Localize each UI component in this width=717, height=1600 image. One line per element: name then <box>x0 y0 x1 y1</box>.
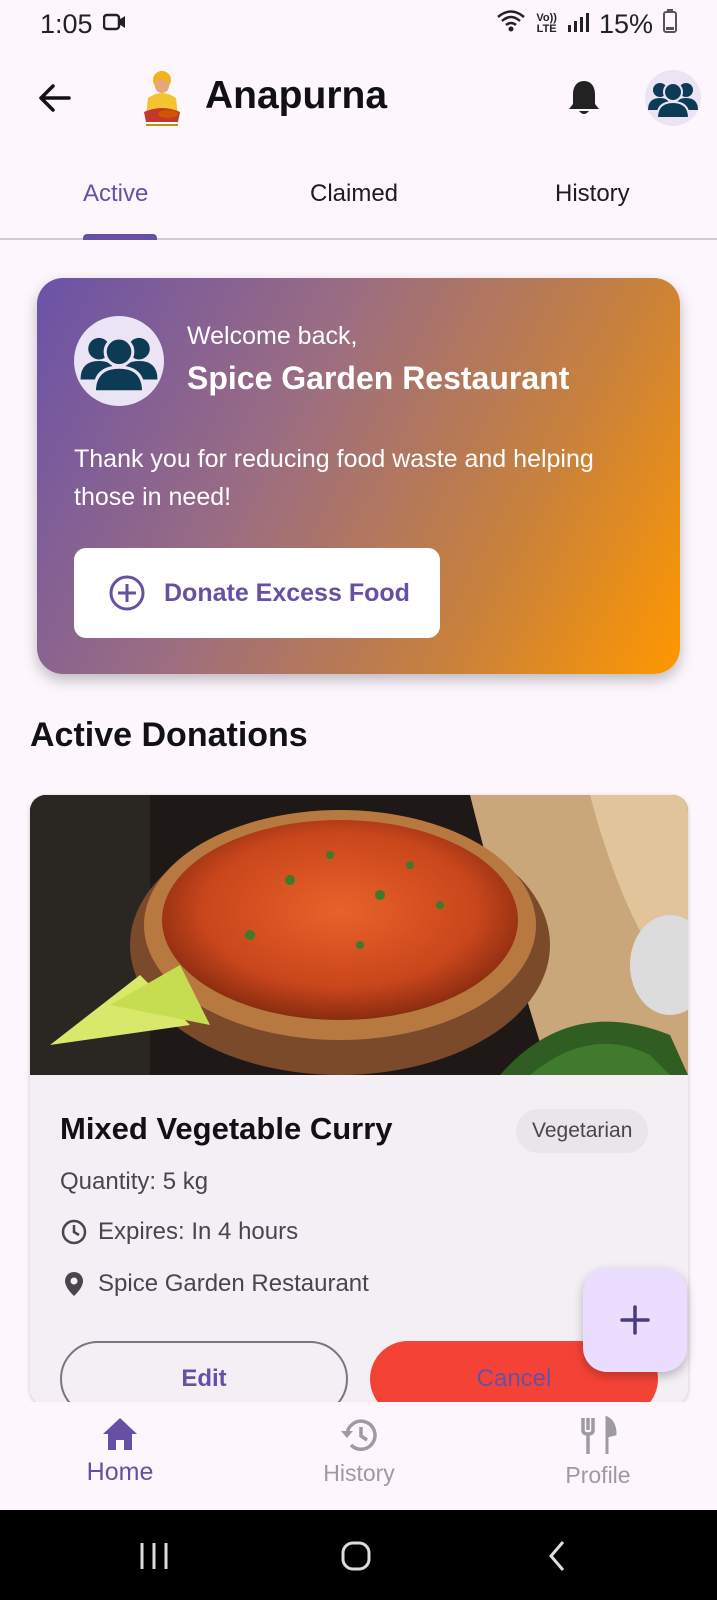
welcome-restaurant-name: Spice Garden Restaurant <box>187 360 570 396</box>
section-title-active-donations: Active Donations <box>30 716 308 754</box>
video-camera-icon <box>102 9 127 40</box>
app-bar: Anapurna <box>0 58 717 138</box>
profile-avatar-button[interactable] <box>645 70 701 126</box>
home-system-button[interactable] <box>338 1536 374 1576</box>
add-circle-icon <box>109 575 145 611</box>
recent-apps-icon <box>140 1543 168 1569</box>
group-icon <box>648 82 698 118</box>
clock-icon <box>61 1219 87 1245</box>
nav-history[interactable]: History <box>289 1416 429 1487</box>
wifi-icon <box>496 9 526 40</box>
welcome-greeting: Welcome back, <box>187 322 358 350</box>
donate-button-label: Donate Excess Food <box>164 578 410 607</box>
arrow-left-icon <box>39 84 71 112</box>
add-donation-fab[interactable] <box>583 1268 687 1372</box>
battery-icon <box>663 8 677 40</box>
status-time: 1:05 <box>40 8 93 39</box>
bell-icon <box>569 81 599 114</box>
donate-excess-food-button[interactable]: Donate Excess Food <box>74 548 440 638</box>
nav-home-label: Home <box>86 1458 154 1486</box>
battery-percent: 15% <box>598 8 653 39</box>
food-image <box>30 795 688 1075</box>
back-button[interactable] <box>32 76 76 120</box>
notifications-button[interactable] <box>562 74 606 122</box>
donation-location: Spice Garden Restaurant <box>60 1270 369 1298</box>
bottom-navigation: Home History Profile <box>0 1402 717 1510</box>
recent-apps-button[interactable] <box>136 1536 172 1576</box>
tab-claimed[interactable]: Claimed <box>310 180 398 208</box>
system-navigation-bar <box>0 1510 717 1600</box>
welcome-card: Welcome back, Spice Garden Restaurant Th… <box>37 278 680 674</box>
tab-history[interactable]: History <box>555 180 630 208</box>
chevron-left-icon <box>549 1541 565 1571</box>
home-icon <box>103 1418 137 1450</box>
nav-home[interactable]: Home <box>50 1416 190 1487</box>
home-circle-icon <box>341 1541 371 1571</box>
app-logo <box>138 68 186 130</box>
donation-expiry: Expires: In 4 hours <box>60 1218 298 1246</box>
nav-profile-label: Profile <box>565 1462 631 1488</box>
tab-bar: Active Claimed History <box>0 160 717 240</box>
network-indicator: Vo)) LTE <box>536 12 557 35</box>
edit-donation-button[interactable]: Edit <box>60 1341 348 1405</box>
group-icon <box>80 336 158 393</box>
back-system-button[interactable] <box>545 1536 569 1576</box>
plus-icon <box>620 1305 650 1335</box>
restaurant-avatar <box>74 316 164 406</box>
welcome-message: Thank you for reducing food waste and he… <box>74 445 594 511</box>
tab-indicator <box>83 234 157 240</box>
signal-icon <box>567 9 589 40</box>
nav-history-label: History <box>323 1460 395 1486</box>
diet-tag-chip: Vegetarian <box>516 1109 649 1153</box>
restaurant-icon <box>581 1416 617 1454</box>
donation-quantity: Quantity: 5 kg <box>60 1168 209 1195</box>
donation-food-name: Mixed Vegetable Curry <box>60 1111 393 1146</box>
status-bar: 1:05 Vo)) LTE 15% <box>0 0 717 48</box>
app-title: Anapurna <box>205 74 388 117</box>
tab-active[interactable]: Active <box>83 180 148 208</box>
location-pin-icon <box>65 1272 83 1296</box>
history-icon <box>341 1419 377 1451</box>
nav-profile[interactable]: Profile <box>528 1416 668 1489</box>
